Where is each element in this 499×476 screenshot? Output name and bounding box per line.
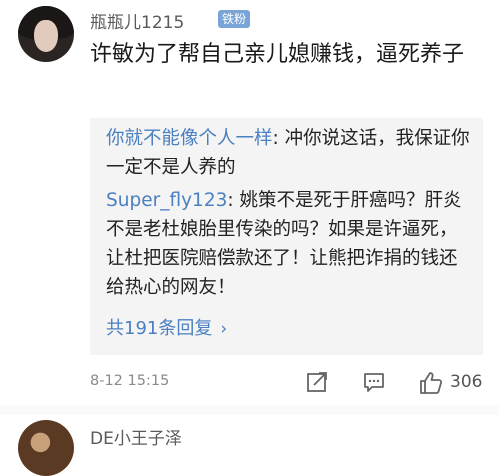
chevron-right-icon: › xyxy=(220,319,228,339)
reply-item[interactable]: Super_fly123: 姚策不是死于肝癌吗？肝炎不是老杜娘胎里传染的吗？如果… xyxy=(106,186,471,302)
thumbs-up-icon[interactable] xyxy=(418,370,444,400)
more-replies-link[interactable]: 共191条回复 › xyxy=(106,314,227,340)
reply-box: 你就不能像个人一样: 冲你说这话，我保证你一定不是人养的 Super_fly12… xyxy=(90,118,483,355)
comment-timestamp: 8-12 15:15 xyxy=(90,373,170,389)
fan-badge: 铁粉 xyxy=(218,10,251,28)
avatar[interactable] xyxy=(18,6,74,62)
comment-icon[interactable] xyxy=(362,370,386,398)
like-count: 306 xyxy=(450,372,483,392)
reply-username[interactable]: 你就不能像个人一样 xyxy=(106,128,273,149)
avatar[interactable] xyxy=(18,420,74,476)
more-replies-label: 共191条回复 xyxy=(106,318,213,339)
reply-item[interactable]: 你就不能像个人一样: 冲你说这话，我保证你一定不是人养的 xyxy=(106,124,471,182)
share-edit-icon[interactable] xyxy=(305,370,329,398)
comment-divider xyxy=(0,405,499,415)
next-comment-username[interactable]: DE小王子泽 xyxy=(90,424,182,449)
avatar-face xyxy=(34,20,58,52)
comment-text: 许敏为了帮自己亲儿媳赚钱，逼死养子 xyxy=(90,42,465,67)
comment-username[interactable]: 瓶瓶儿1215 xyxy=(90,8,184,33)
reply-username[interactable]: Super_fly123 xyxy=(106,190,227,211)
